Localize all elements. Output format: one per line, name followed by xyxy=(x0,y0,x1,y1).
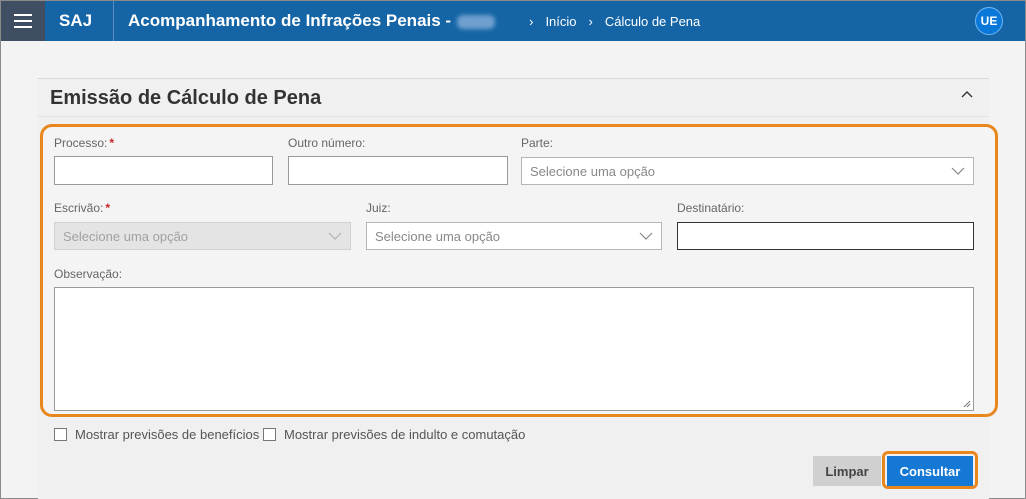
beneficios-option[interactable]: Mostrar previsões de benefícios xyxy=(54,427,259,442)
chevron-down-icon xyxy=(951,167,965,175)
chevron-right-icon: › xyxy=(588,13,593,29)
juiz-placeholder: Selecione uma opção xyxy=(375,229,501,244)
top-bar: SAJ Acompanhamento de Infrações Penais -… xyxy=(1,1,1025,41)
parte-label: Parte: xyxy=(521,136,554,150)
outro-numero-label: Outro número: xyxy=(288,136,366,150)
header-divider xyxy=(113,1,114,41)
chevron-down-icon xyxy=(639,232,653,240)
breadcrumb-current: Cálculo de Pena xyxy=(604,13,701,29)
beneficios-checkbox[interactable] xyxy=(54,428,67,441)
juiz-select[interactable]: Selecione uma opção xyxy=(366,222,662,250)
breadcrumb: › Início › Cálculo de Pena xyxy=(517,14,700,29)
indulto-checkbox[interactable] xyxy=(263,428,276,441)
redacted-region xyxy=(457,14,496,29)
parte-select[interactable]: Selecione uma opção xyxy=(521,157,974,185)
observacao-label: Observação: xyxy=(54,267,123,281)
outro-numero-input[interactable] xyxy=(288,156,508,185)
calculation-panel: Emissão de Cálculo de Pena Processo: * Ou… xyxy=(38,78,998,499)
escrivao-label: Escrivão: * xyxy=(54,201,110,215)
form-area: Processo: * Outro número: Parte: Selecion… xyxy=(40,124,998,417)
destinatario-input[interactable] xyxy=(677,222,974,250)
juiz-label: Juiz: xyxy=(366,201,391,215)
required-mark: * xyxy=(105,201,111,215)
clear-button[interactable]: Limpar xyxy=(813,456,881,486)
parte-placeholder: Selecione uma opção xyxy=(530,164,656,179)
beneficios-label: Mostrar previsões de benefícios xyxy=(75,427,260,442)
destinatario-label: Destinatário: xyxy=(677,201,745,215)
escrivao-placeholder: Selecione uma opção xyxy=(63,229,189,244)
hamburger-menu-icon[interactable] xyxy=(1,1,45,41)
required-mark: * xyxy=(109,136,115,150)
resize-handle-icon[interactable] xyxy=(963,400,971,408)
escrivao-label-text: Escrivão: xyxy=(54,201,104,215)
app-title: Acompanhamento de Infrações Penais - xyxy=(128,11,496,31)
brand-logo[interactable]: SAJ xyxy=(59,11,103,31)
user-avatar[interactable]: UE xyxy=(975,7,1003,35)
observacao-textarea[interactable] xyxy=(54,287,974,411)
indulto-option[interactable]: Mostrar previsões de indulto e comutação xyxy=(263,427,525,442)
processo-label: Processo: * xyxy=(54,136,114,150)
processo-label-text: Processo: xyxy=(54,136,108,150)
panel-title: Emissão de Cálculo de Pena xyxy=(50,87,322,109)
chevron-right-icon: › xyxy=(529,13,534,29)
consultar-button[interactable]: Consultar xyxy=(887,456,973,486)
processo-input[interactable] xyxy=(54,156,273,185)
chevron-down-icon xyxy=(328,232,342,240)
panel-header: Emissão de Cálculo de Pena xyxy=(38,79,989,117)
breadcrumb-home[interactable]: Início xyxy=(545,14,576,29)
app-title-text: Acompanhamento de Infrações Penais - xyxy=(128,11,452,30)
escrivao-select: Selecione uma opção xyxy=(54,222,351,250)
indulto-label: Mostrar previsões de indulto e comutação xyxy=(284,427,526,442)
chevron-up-icon[interactable] xyxy=(959,87,975,103)
